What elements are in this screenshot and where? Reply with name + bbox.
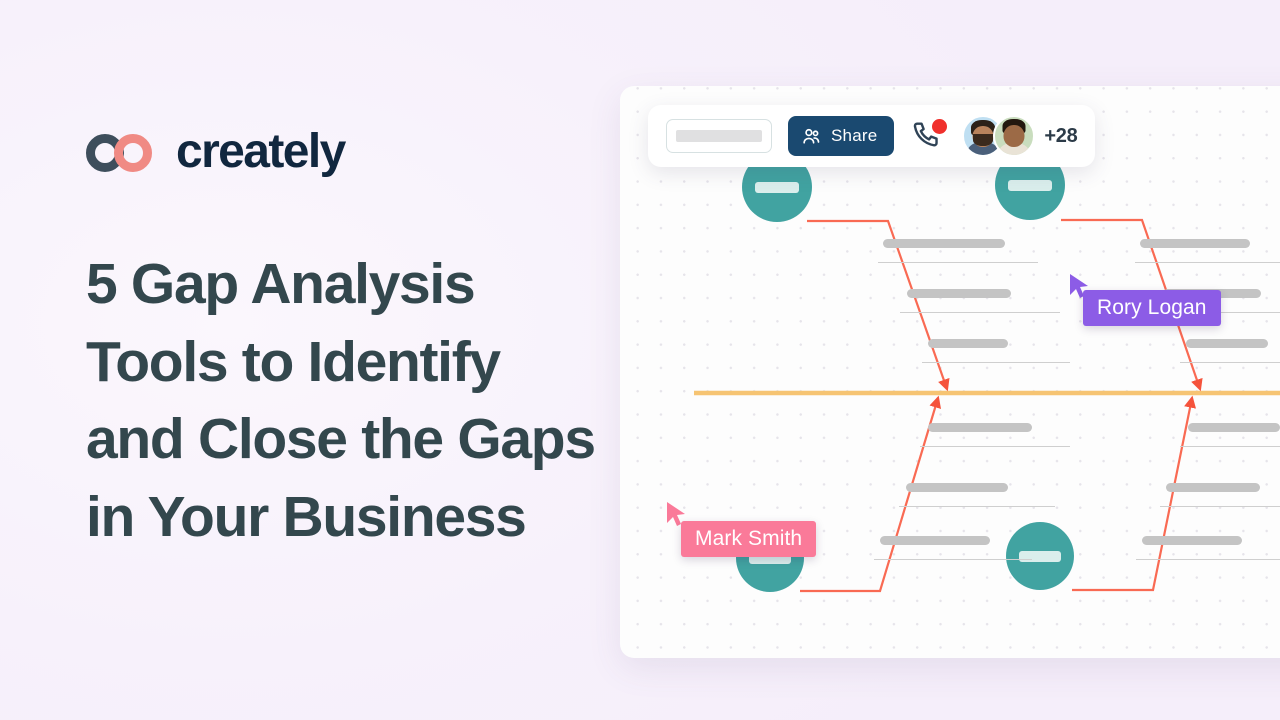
- share-button[interactable]: Share: [788, 116, 895, 156]
- creately-logo[interactable]: creately: [86, 125, 346, 178]
- branch-item-bar: [928, 339, 1008, 348]
- cursor-label-rory-logan: Rory Logan: [1083, 290, 1221, 326]
- rib-bottom-left: [800, 395, 942, 593]
- node-label-placeholder: [1008, 179, 1052, 191]
- avatar-participant-2[interactable]: [993, 115, 1036, 157]
- branch-item-line: [1180, 362, 1280, 364]
- branch-item-bar: [906, 483, 1008, 492]
- branch-item-line: [922, 362, 1070, 364]
- branch-item-line: [874, 559, 1032, 561]
- people-icon: [801, 126, 822, 147]
- search-input[interactable]: [666, 119, 772, 153]
- logo-ring-right: [114, 134, 152, 172]
- branch-item-bar: [907, 289, 1011, 298]
- participants-group[interactable]: +28: [962, 115, 1078, 157]
- creately-rings-logo: [86, 132, 160, 172]
- branch-item-line: [1180, 446, 1280, 448]
- branch-item-line: [878, 262, 1038, 264]
- page-title: 5 Gap Analysis Tools to Identify and Clo…: [86, 246, 686, 556]
- brand-name: creately: [176, 125, 346, 178]
- branch-item-bar: [880, 536, 990, 545]
- canvas-toolbar: Share +28: [648, 105, 1096, 167]
- headline-line-1: 5 Gap Analysis: [86, 252, 476, 316]
- branch-item-line: [899, 506, 1055, 508]
- cursor-label-mark-smith: Mark Smith: [681, 521, 817, 557]
- search-input-placeholder-bar: [676, 130, 762, 142]
- branch-item-line: [1136, 559, 1280, 561]
- diagram-canvas[interactable]: Share +28: [620, 86, 1280, 658]
- branch-item-bar: [1186, 339, 1268, 348]
- participants-overflow-count[interactable]: +28: [1044, 125, 1077, 148]
- branch-item-line: [920, 446, 1070, 448]
- headline-line-3: and Close the Gaps: [86, 407, 596, 472]
- branch-item-bar: [883, 239, 1005, 248]
- share-button-label: Share: [831, 126, 878, 145]
- promo-banner: creately 5 Gap Analysis Tools to Identif…: [0, 0, 1280, 720]
- branch-item-line: [1160, 506, 1280, 508]
- headline-line-4: in Your Business: [86, 484, 527, 549]
- node-label-placeholder: [755, 181, 799, 193]
- branch-item-bar: [1140, 239, 1250, 248]
- rib-bottom-right: [1072, 395, 1197, 592]
- branch-item-bar: [1166, 483, 1260, 492]
- fishbone-diagram: [694, 218, 1280, 593]
- headline-line-2: Tools to Identify: [86, 329, 501, 394]
- call-button[interactable]: [910, 119, 948, 153]
- fishbone-node-bottom-right[interactable]: [1006, 522, 1074, 590]
- branch-item-line: [900, 312, 1060, 314]
- branch-item-bar: [928, 423, 1032, 432]
- branch-item-bar: [1142, 536, 1242, 545]
- branch-item-line: [1135, 262, 1280, 264]
- branch-item-bar: [1188, 423, 1280, 432]
